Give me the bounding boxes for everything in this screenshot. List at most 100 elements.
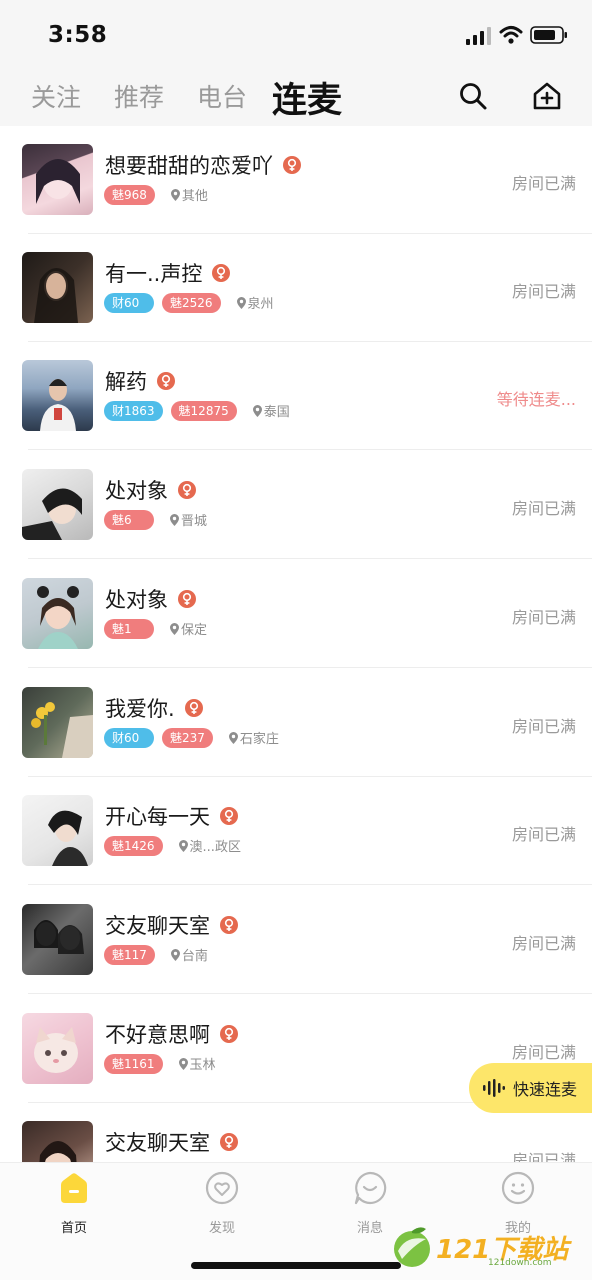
- room-title-row: 交友聊天室: [105, 910, 238, 940]
- room-tags: 魅1426 澳...政区: [104, 835, 241, 856]
- tab-radio[interactable]: 电台: [197, 78, 247, 114]
- create-room-button[interactable]: [527, 76, 567, 116]
- female-icon: [178, 481, 196, 499]
- location: 其他: [170, 185, 208, 204]
- tab-follow[interactable]: 关注: [31, 78, 81, 114]
- location-pin-icon: [178, 1057, 188, 1070]
- charm-badge: 魅1: [104, 618, 154, 639]
- wealth-badge: 财60: [104, 727, 154, 748]
- room-status: 房间已满: [511, 717, 576, 736]
- location-text: 石家庄: [239, 732, 279, 747]
- location-text: 晋城: [181, 514, 208, 529]
- room-title: 处对象: [105, 588, 168, 612]
- location: 晋城: [170, 510, 207, 529]
- room-row[interactable]: 想要甜甜的恋爱吖 魅968 其他 房间已满: [0, 126, 592, 234]
- female-icon: [184, 699, 203, 717]
- create-room-icon: [533, 82, 561, 110]
- room-row[interactable]: 我爱你. 财60 魅237 石家庄 房间已满: [0, 669, 592, 777]
- room-status: 等待连麦...: [496, 390, 576, 409]
- room-status: 房间已满: [511, 608, 576, 627]
- room-title: 解药: [105, 370, 147, 394]
- room-row[interactable]: 处对象 魅1 保定 房间已满: [0, 560, 592, 668]
- room-row[interactable]: 开心每一天 魅1426 澳...政区 房间已满: [0, 777, 592, 885]
- location-pin-icon: [170, 948, 180, 961]
- location-text: 其他: [181, 189, 208, 204]
- room-title-row: 我爱你.: [105, 693, 203, 723]
- room-title: 我爱你.: [105, 697, 175, 721]
- room-row[interactable]: 解药 财1863 魅12875 泰国 等待连麦...: [0, 342, 592, 450]
- room-title: 处对象: [105, 479, 168, 503]
- status-bar: 3:58: [0, 0, 592, 66]
- divider: [28, 993, 592, 994]
- location-pin-icon: [236, 296, 246, 309]
- location-pin-icon: [252, 404, 262, 417]
- room-avatar: [22, 360, 93, 431]
- room-avatar: [22, 469, 93, 540]
- room-avatar: [22, 144, 93, 215]
- female-icon: [178, 590, 196, 608]
- wifi-icon: [499, 26, 523, 44]
- charm-badge: 魅237: [162, 727, 213, 748]
- location: 泰国: [252, 401, 290, 420]
- wealth-badge: 财60: [104, 292, 154, 313]
- room-title-row: 想要甜甜的恋爱吖: [105, 150, 301, 180]
- charm-badge: 魅6: [104, 509, 154, 530]
- room-tags: 魅1161 玉林: [104, 1053, 216, 1074]
- tab-recommend[interactable]: 推荐: [114, 78, 164, 114]
- home-indicator[interactable]: [191, 1262, 401, 1269]
- room-tags: 财60 魅2526 泉州: [104, 292, 274, 313]
- room-avatar: [22, 578, 93, 649]
- female-icon: [220, 1133, 238, 1151]
- room-title: 有一..声控: [105, 262, 203, 286]
- location-pin-icon: [178, 839, 188, 852]
- location: 石家庄: [228, 728, 279, 747]
- location-pin-icon: [170, 622, 179, 635]
- female-icon: [220, 916, 238, 934]
- room-row[interactable]: 有一..声控 财60 魅2526 泉州 房间已满: [0, 234, 592, 342]
- room-title-row: 交友聊天室: [105, 1127, 238, 1157]
- watermark-logo: 121下载站 121down.com: [392, 1222, 588, 1272]
- location-text: 玉林: [189, 1058, 216, 1073]
- female-icon: [157, 372, 175, 390]
- room-avatar: [22, 795, 93, 866]
- location-text: 泉州: [247, 297, 274, 312]
- female-icon: [283, 156, 301, 174]
- charm-badge: 魅2526: [162, 292, 221, 313]
- room-title-row: 处对象: [105, 584, 196, 614]
- room-title-row: 有一..声控: [105, 258, 231, 288]
- location-text: 泰国: [263, 405, 290, 420]
- room-title-row: 解药: [105, 366, 175, 396]
- location: 澳...政区: [178, 836, 241, 855]
- room-title: 交友聊天室: [105, 914, 210, 938]
- room-status: 房间已满: [511, 499, 576, 518]
- room-avatar: [22, 687, 93, 758]
- room-tags: 魅117 台南: [104, 944, 208, 965]
- room-avatar: [22, 1013, 93, 1084]
- location-text: 台南: [181, 949, 208, 964]
- room-avatar: [22, 1121, 93, 1162]
- sound-wave-icon: [483, 1079, 505, 1097]
- tab-connect-mic[interactable]: 连麦: [272, 72, 342, 123]
- room-row[interactable]: 交友聊天室 魅117 台南 房间已满: [0, 886, 592, 994]
- location-text: 保定: [181, 623, 208, 638]
- discover-icon: [205, 1171, 239, 1205]
- room-list: 想要甜甜的恋爱吖 魅968 其他 房间已满 有一..声控 财60 魅2526 泉…: [0, 126, 592, 1162]
- bottom-tab-home[interactable]: 首页: [34, 1171, 114, 1236]
- charm-badge: 魅1426: [104, 835, 163, 856]
- room-title: 想要甜甜的恋爱吖: [105, 154, 273, 178]
- bottom-tab-label: 首页: [60, 1221, 87, 1236]
- room-tags: 魅1 保定: [104, 618, 207, 639]
- room-status: 房间已满: [511, 825, 576, 844]
- room-title: 交友聊天室: [105, 1131, 210, 1155]
- room-row[interactable]: 处对象 魅6 晋城 房间已满: [0, 451, 592, 559]
- charm-badge: 魅968: [104, 184, 155, 205]
- search-button[interactable]: [453, 76, 493, 116]
- room-status: 房间已满: [511, 1151, 576, 1162]
- bottom-tab-discover[interactable]: 发现: [182, 1171, 262, 1236]
- quick-connect-button[interactable]: 快速连麦: [469, 1063, 592, 1113]
- room-tags: 财1863 魅12875 泰国: [104, 400, 290, 421]
- bottom-tab-label: 发现: [208, 1221, 235, 1236]
- charm-badge: 魅12875: [170, 400, 237, 421]
- charm-badge: 魅1161: [104, 1053, 163, 1074]
- quick-connect-label: 快速连麦: [513, 1080, 578, 1099]
